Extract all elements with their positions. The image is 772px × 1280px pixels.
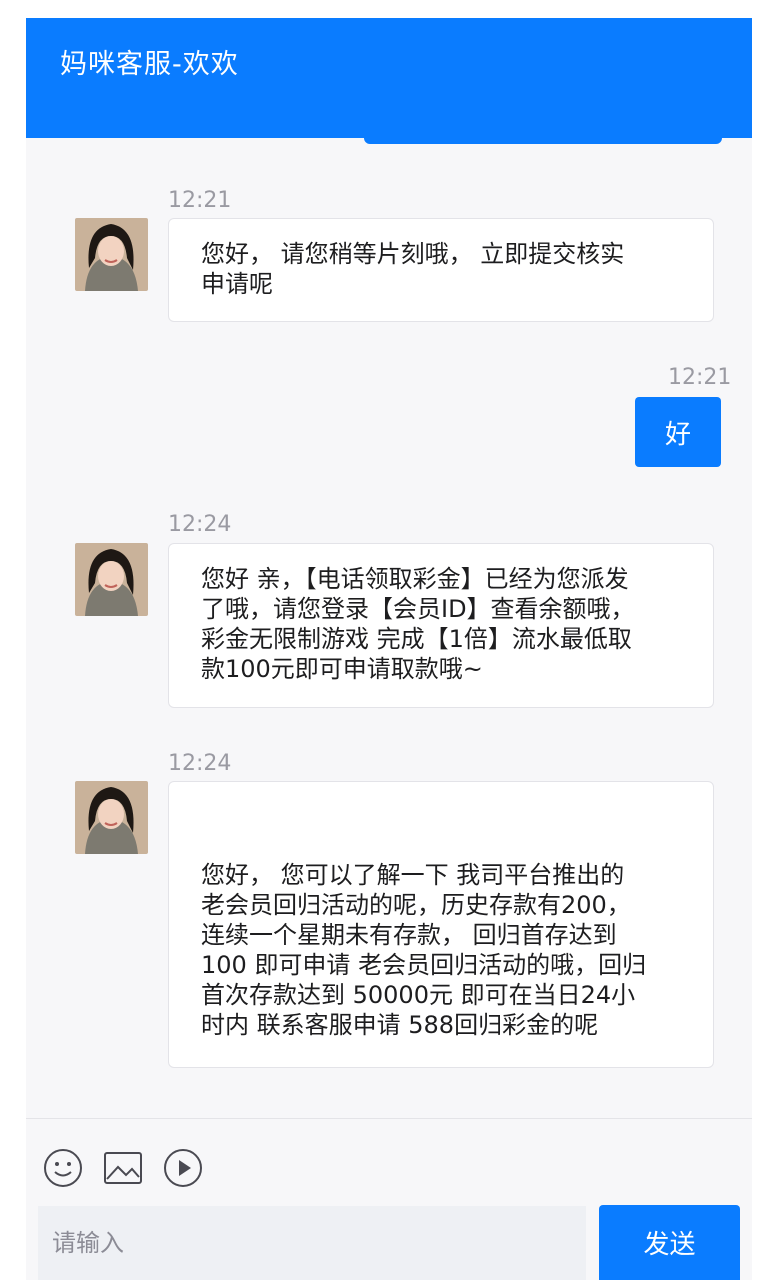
agent-avatar [75, 218, 148, 291]
send-button[interactable]: 发送 [599, 1205, 740, 1280]
emoji-icon[interactable] [43, 1148, 83, 1188]
user-message-bubble: 好 [635, 397, 721, 467]
chat-title: 妈咪客服-欢欢 [60, 49, 239, 80]
header-accent-bar [364, 138, 722, 144]
message-time: 12:24 [168, 512, 232, 537]
message-time: 12:21 [668, 365, 732, 390]
composer-divider [26, 1118, 752, 1119]
agent-message-bubble: 您好， 您可以了解一下 我司平台推出的 老会员回归活动的呢，历史存款有200， … [168, 781, 714, 1068]
message-input-box[interactable] [38, 1206, 586, 1280]
agent-message-bubble: 您好， 请您稍等片刻哦， 立即提交核实 申请呢 [168, 218, 714, 322]
agent-avatar [75, 781, 148, 854]
agent-avatar [75, 543, 148, 616]
play-icon[interactable] [163, 1148, 203, 1188]
message-time: 12:24 [168, 751, 232, 776]
message-input[interactable] [38, 1206, 586, 1280]
agent-message-bubble: 您好 亲，【电话领取彩金】已经为您派发 了哦，请您登录【会员ID】查看余额哦， … [168, 543, 714, 708]
chat-header: 妈咪客服-欢欢 [26, 18, 752, 138]
message-time: 12:21 [168, 188, 232, 213]
image-icon[interactable] [103, 1148, 143, 1188]
